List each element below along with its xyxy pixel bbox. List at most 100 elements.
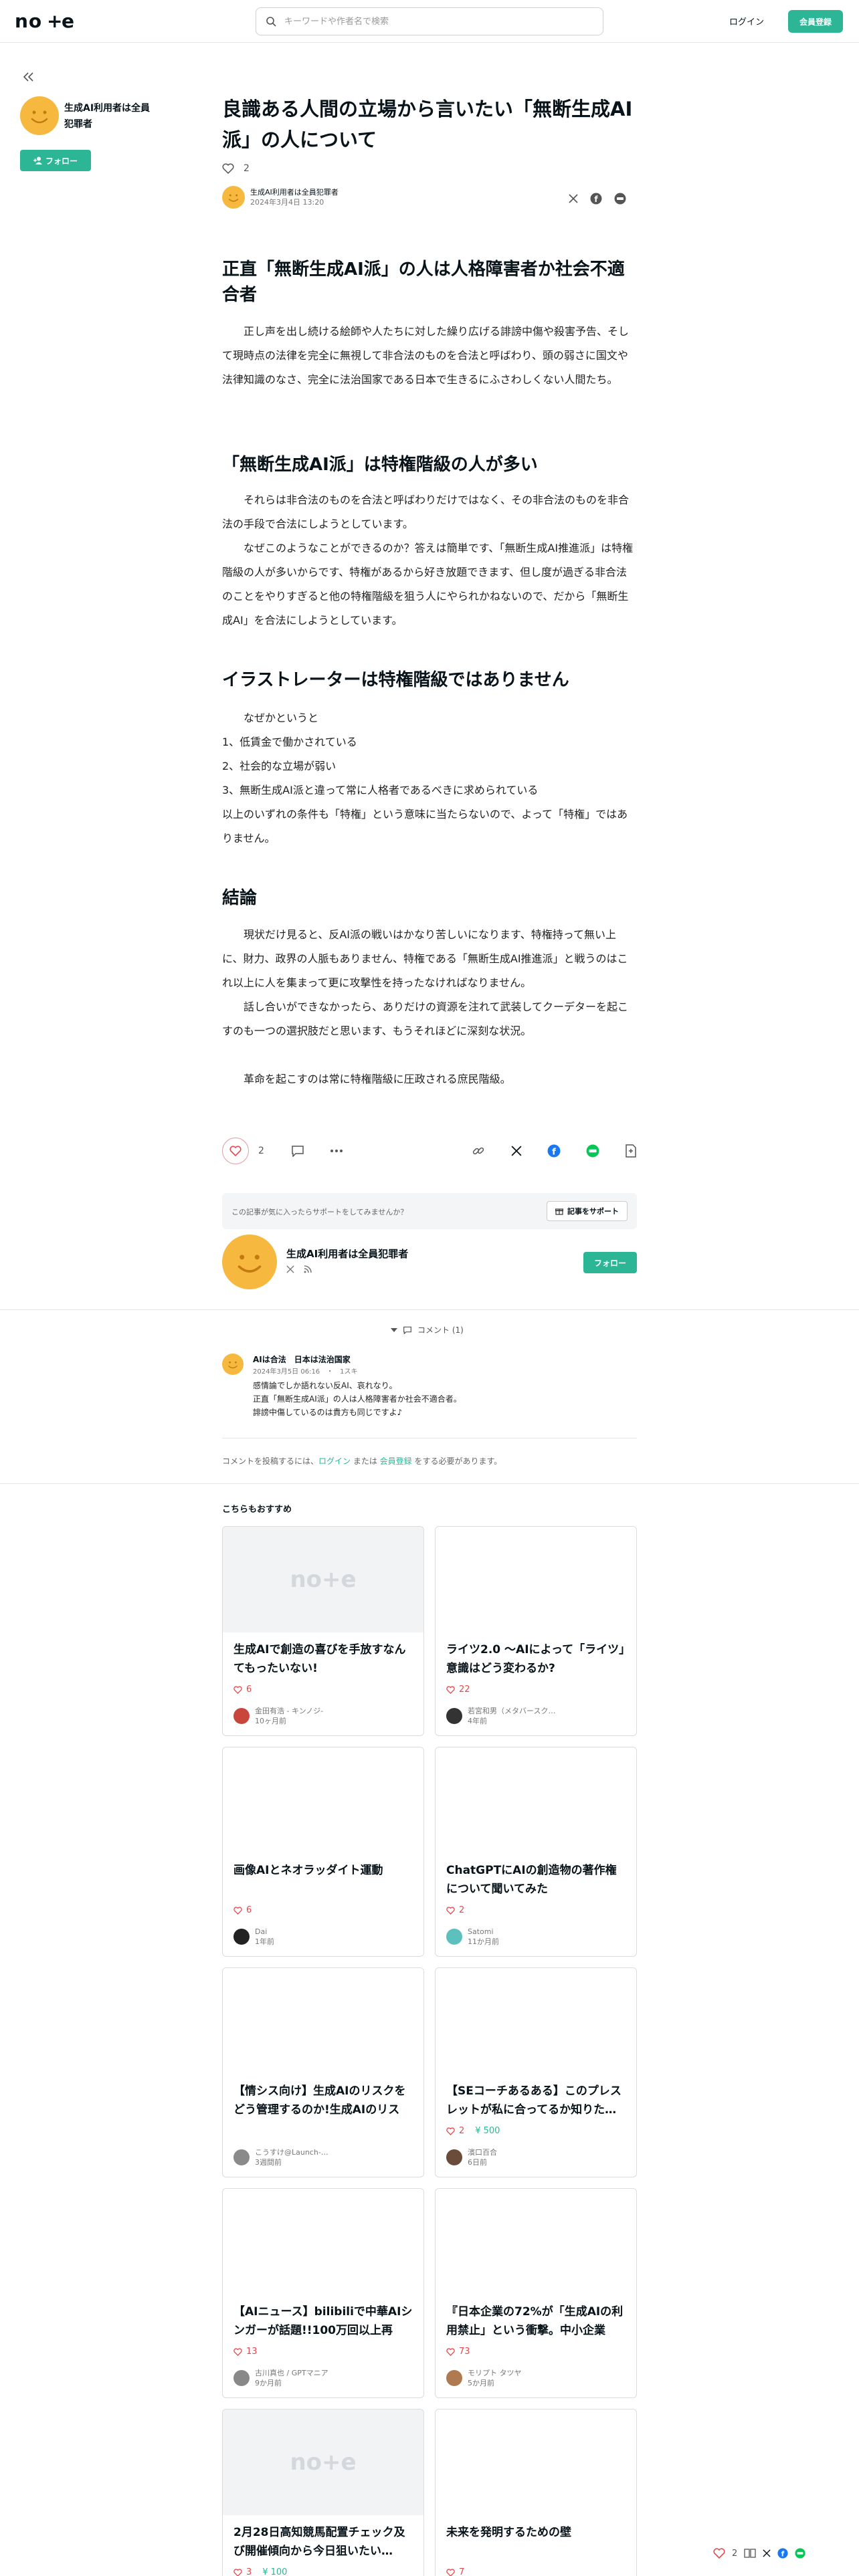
recommend-card[interactable]: 未来を発明するための壁 7	[435, 2409, 637, 2576]
comment-login-link[interactable]: ログイン	[318, 1457, 351, 1466]
facebook-share-icon[interactable]: f	[547, 1144, 561, 1158]
floating-like-count[interactable]: 2	[732, 2549, 737, 2559]
card-like-count: 3	[246, 2567, 252, 2576]
comment-date: 2024年3月5日 06:16 ・ 1スキ	[253, 1368, 358, 1376]
heart-icon	[233, 2568, 242, 2576]
card-like-count: 73	[459, 2347, 470, 2357]
comment-icon[interactable]	[291, 1145, 304, 1157]
card-title: 未来を発明するための壁	[446, 2526, 571, 2539]
more-options-icon[interactable]	[330, 1149, 343, 1153]
avatar[interactable]	[233, 1929, 250, 1945]
heart-icon	[233, 1906, 242, 1915]
avatar[interactable]	[446, 1708, 462, 1724]
avatar[interactable]	[446, 1929, 462, 1945]
yen-icon: ¥	[475, 2126, 481, 2136]
card-thumbnail	[223, 1968, 423, 2074]
card-date: 11か月前	[468, 1937, 499, 1946]
comment-icon	[403, 1326, 412, 1334]
recommend-card[interactable]: no+e 2月28日高知競馬配置チェック及び開催傾向から今日狙いたい… 3 ¥100	[222, 2409, 424, 2576]
search-box[interactable]	[256, 7, 603, 35]
line-share-icon[interactable]	[586, 1144, 599, 1158]
x-share-icon[interactable]	[511, 1146, 522, 1156]
x-share-icon[interactable]	[763, 2549, 771, 2557]
section-heading-2: 「無断生成AI派」は特権階級の人が多い	[222, 455, 538, 475]
rss-icon[interactable]	[304, 1265, 312, 1273]
card-author-name[interactable]: モリプト タツヤ	[468, 2368, 522, 2378]
recommend-card[interactable]: 【AIニュース】bilibiliで中華AIシンガーが話題!!100万回以上再生……	[222, 2188, 424, 2398]
card-like-count: 6	[246, 1685, 252, 1695]
avatar[interactable]	[233, 1708, 250, 1724]
search-input[interactable]	[284, 16, 579, 27]
recommend-card[interactable]: 『日本企業の72%が「生成AIの利用禁止」という衝撃。中小企業が…', 73 モリ…	[435, 2188, 637, 2398]
card-date: 10ヶ月前	[255, 1717, 286, 1725]
comment-author[interactable]: AIは合法 日本は法治国家	[253, 1354, 351, 1365]
facebook-share-icon[interactable]: f	[777, 2548, 788, 2559]
magazine-icon[interactable]	[744, 2548, 756, 2559]
collapse-sidebar-icon[interactable]	[23, 72, 35, 82]
recommend-card[interactable]: 画像AIとネオラッダイト運動 6 Dai 1年前	[222, 1747, 424, 1957]
comments-toggle-label: コメント (1)	[417, 1325, 464, 1335]
login-link[interactable]: ログイン	[729, 15, 764, 27]
x-share-icon[interactable]	[569, 194, 578, 203]
avatar[interactable]	[233, 2149, 250, 2165]
recommend-card[interactable]: 【情シス向け】生成AIのリスクをどう管理するのか!生成AIのリスク… こうすけ@L…	[222, 1967, 424, 2177]
svg-text:f: f	[552, 1148, 556, 1158]
global-header: no + e ログイン 会員登録	[0, 0, 859, 43]
card-thumbnail	[436, 1747, 636, 1853]
recommend-card[interactable]: no+e 生成AIで創造の喜びを手放すなんてもったいない! 6 金田有浩 - キンノジ…	[222, 1526, 424, 1736]
avatar[interactable]	[446, 2370, 462, 2386]
copy-link-icon[interactable]	[472, 1145, 484, 1157]
card-title: 【情シス向け】生成AIのリスクをどう管理するのか!生成AIのリスク…	[233, 2084, 406, 2117]
support-button-label: 記事をサポート	[567, 1207, 619, 1216]
heart-icon[interactable]	[713, 2548, 725, 2559]
like-count[interactable]: 2	[258, 1146, 264, 1156]
list-line: 以上のいずれの条件も「特権」という意味に当たらないので、よって「特権」ではありま…	[222, 808, 628, 845]
card-author-name[interactable]: 金田有浩 - キンノジ-	[255, 1706, 323, 1716]
heart-icon[interactable]	[222, 163, 234, 174]
comment-signup-link[interactable]: 会員登録	[380, 1457, 412, 1466]
author-card-name[interactable]: 生成AI利用者は全員犯罪者	[286, 1247, 408, 1261]
card-author-name[interactable]: こうすけ@Launch-…	[255, 2147, 328, 2157]
byline-author[interactable]: 生成AI利用者は全員犯罪者	[250, 187, 339, 197]
card-author: 古川真也 / GPTマニア 9か月前	[233, 2368, 328, 2388]
card-author-name[interactable]: Satomi	[468, 1927, 499, 1937]
paragraph: 革命を起こすのは常に特権階級に圧政される庶民階級。	[244, 1073, 511, 1085]
author-follow-button[interactable]: フォロー	[583, 1252, 637, 1273]
card-date: 3週間前	[255, 2158, 282, 2167]
avatar[interactable]	[222, 1235, 277, 1289]
avatar[interactable]	[222, 186, 245, 209]
x-profile-icon[interactable]	[286, 1265, 294, 1273]
avatar[interactable]	[446, 2149, 462, 2165]
card-author-name[interactable]: 古川真也 / GPTマニア	[255, 2368, 328, 2378]
note-logo[interactable]: no + e	[15, 11, 82, 31]
svg-text:no+e: no+e	[290, 1568, 356, 1591]
card-author-name[interactable]: 若宮和男（メタバースク…	[468, 1706, 555, 1716]
line-share-icon[interactable]	[795, 2548, 805, 2559]
support-button[interactable]: 記事をサポート	[547, 1201, 628, 1221]
comments-toggle[interactable]: コメント (1)	[391, 1324, 464, 1335]
heart-icon	[446, 1685, 455, 1694]
recommend-card[interactable]: ChatGPTにAIの創造物の著作権について聞いてみた 2 Satomi 11か月前	[435, 1747, 637, 1957]
card-author: モリプト タツヤ 5か月前	[446, 2368, 522, 2388]
sidebar-follow-button[interactable]: フォロー	[20, 150, 91, 171]
avatar[interactable]	[20, 96, 59, 135]
svg-text:e: e	[62, 11, 74, 31]
like-button[interactable]	[222, 1138, 249, 1164]
card-author-name[interactable]: Dai	[255, 1927, 274, 1937]
avatar[interactable]	[233, 2370, 250, 2386]
hatena-bookmark-icon[interactable]	[625, 1144, 637, 1158]
top-like-count[interactable]: 2	[244, 163, 250, 174]
facebook-share-icon[interactable]: f	[590, 193, 602, 205]
card-date: 4年前	[468, 1717, 487, 1725]
line-share-icon[interactable]	[614, 193, 626, 205]
paragraph: なぜこのようなことができるのか？答えは簡単です、「無断生成AI推進派」は特権階級…	[222, 542, 634, 627]
signup-button[interactable]: 会員登録	[788, 10, 843, 33]
recommend-card[interactable]: 【SEコーチあるある】このプレスレットが私に合ってるか知りた… 2 ¥500 濱口百合…	[435, 1967, 637, 2177]
paragraph: 現状だけ見ると、反AI派の戦いはかなり苦しいになります、特権持って無い上に、財力…	[222, 928, 628, 989]
card-author-name[interactable]: 濱口百合	[468, 2147, 497, 2157]
paragraph: 話し合いができなかったら、ありだけの資源を注れて武装してクーデターを起こすのも一…	[222, 1000, 629, 1037]
avatar[interactable]	[222, 1354, 244, 1375]
recommend-card[interactable]: ライツ2.0 〜AIによって「ライツ」意識はどう変わるか? 22 若宮和男（メタバー…	[435, 1526, 637, 1736]
svg-text:+: +	[47, 11, 62, 31]
sidebar-author-name[interactable]: 生成AI利用者は全員犯罪者	[64, 100, 158, 132]
